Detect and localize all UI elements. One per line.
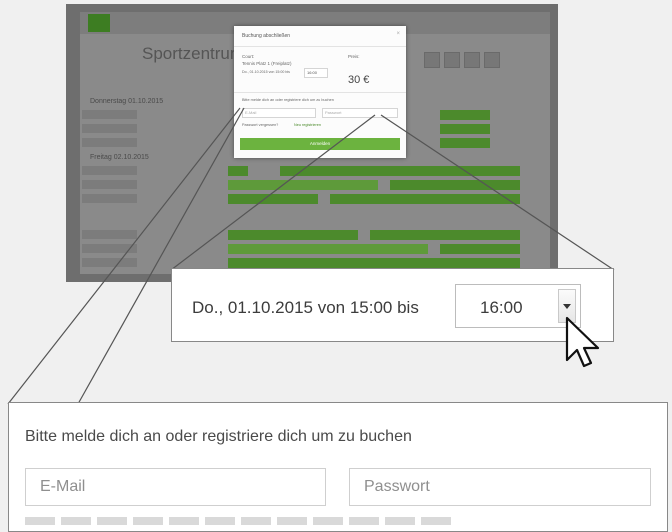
callout-line: [380, 114, 615, 271]
pointer-cursor-icon: [565, 316, 600, 368]
dropdown-caret-icon: [563, 303, 571, 309]
email-input[interactable]: [25, 468, 326, 506]
zoom-login-panel: Bitte melde dich an oder registriere dic…: [8, 402, 668, 532]
zoom-time-panel: Do., 01.10.2015 von 15:00 bis 16:00: [171, 268, 614, 342]
cursor-shape: [565, 316, 600, 368]
end-time-value: 16:00: [480, 298, 523, 317]
login-prompt-zoom: Bitte melde dich an oder registriere dic…: [25, 428, 412, 445]
callout-line: [7, 107, 241, 405]
password-input[interactable]: [349, 468, 651, 506]
cut-off-text: [25, 517, 455, 525]
callout-line: [77, 107, 245, 405]
booking-date-label: Do., 01.10.2015 von 15:00 bis: [192, 298, 419, 317]
callout-line: [170, 114, 376, 271]
